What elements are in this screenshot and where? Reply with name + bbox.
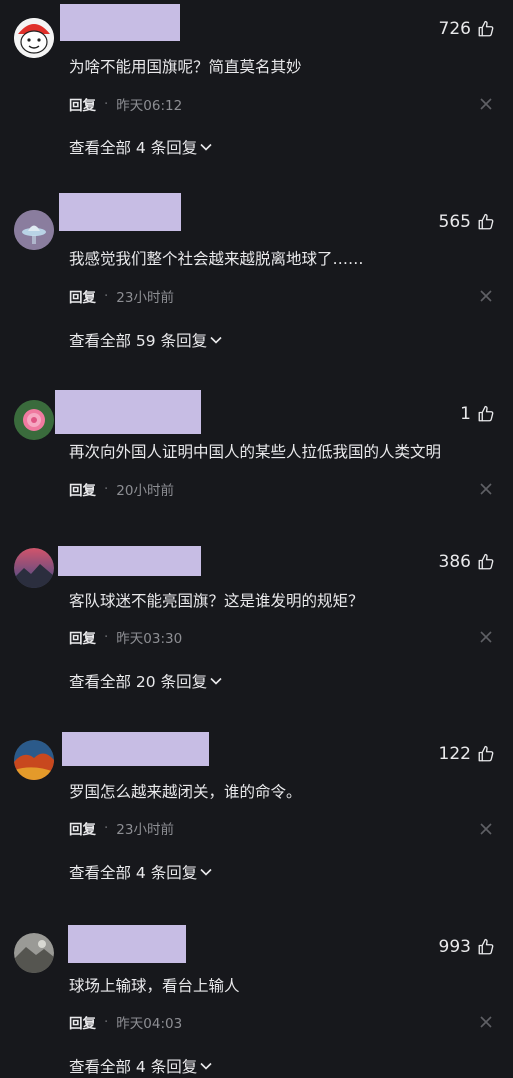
photo-avatar-icon[interactable] <box>14 933 54 973</box>
comment-meta: 回复 · 昨天04:03 <box>69 1012 182 1032</box>
close-icon[interactable] <box>479 289 493 303</box>
reply-button[interactable]: 回复 <box>69 1012 96 1032</box>
ufo-avatar-icon[interactable] <box>14 210 54 250</box>
close-icon[interactable] <box>479 630 493 644</box>
like-button[interactable]: 565 <box>439 211 495 233</box>
chevron-down-icon <box>200 1062 212 1070</box>
separator-dot: · <box>104 96 109 112</box>
comment-text: 为啥不能用国旗呢？简直莫名其妙 <box>69 58 302 76</box>
thumbs-up-icon <box>478 20 494 37</box>
view-replies-button[interactable]: 查看全部 4 条回复 <box>69 1055 213 1077</box>
comment-item: 726 为啥不能用国旗呢？简直莫名其妙 回复 · 昨天06:12 查看全部 4 … <box>0 0 513 185</box>
thumbs-up-icon <box>478 553 494 570</box>
like-button[interactable]: 122 <box>439 743 495 765</box>
thumbs-up-icon <box>478 938 494 955</box>
reply-button[interactable]: 回复 <box>69 818 96 838</box>
comment-text: 球场上输球，看台上输人 <box>69 977 240 995</box>
thumbs-up-icon <box>478 745 494 762</box>
like-count: 122 <box>438 744 471 764</box>
like-count: 565 <box>438 212 471 232</box>
timestamp: 昨天06:12 <box>116 98 183 114</box>
thumbs-up-icon <box>478 213 494 230</box>
close-icon[interactable] <box>479 97 493 111</box>
like-button[interactable]: 386 <box>439 551 495 573</box>
comment-item: 993 球场上输球，看台上输人 回复 · 昨天04:03 查看全部 4 条回复 <box>0 925 513 1078</box>
view-replies-label: 查看全部 20 条回复 <box>69 673 208 691</box>
reply-button[interactable]: 回复 <box>69 479 96 499</box>
view-replies-label: 查看全部 4 条回复 <box>69 864 198 882</box>
separator-dot: · <box>104 481 109 497</box>
close-icon[interactable] <box>479 822 493 836</box>
like-button[interactable]: 1 <box>460 403 495 425</box>
timestamp: 昨天03:30 <box>116 631 183 647</box>
timestamp: 23小时前 <box>116 290 174 306</box>
comment-text: 再次向外国人证明中国人的某些人拉低我国的人类文明 <box>69 443 442 461</box>
redacted-username[interactable] <box>59 193 181 231</box>
cartoon-avatar-icon[interactable] <box>14 18 54 58</box>
view-replies-label: 查看全部 59 条回复 <box>69 332 208 350</box>
view-replies-button[interactable]: 查看全部 4 条回复 <box>69 861 213 883</box>
redacted-username[interactable] <box>58 546 201 576</box>
close-icon[interactable] <box>479 482 493 496</box>
view-replies-button[interactable]: 查看全部 59 条回复 <box>69 329 223 351</box>
like-button[interactable]: 726 <box>439 18 495 40</box>
comment-meta: 回复 · 昨天03:30 <box>69 627 182 647</box>
comment-meta: 回复 · 23小时前 <box>69 286 174 306</box>
comment-text: 罗国怎么越来越闭关，谁的命令。 <box>69 783 302 801</box>
redacted-username[interactable] <box>60 4 180 41</box>
comment-text: 客队球迷不能亮国旗？这是谁发明的规矩？ <box>69 592 364 610</box>
separator-dot: · <box>104 820 109 836</box>
timestamp: 昨天04:03 <box>116 1016 183 1032</box>
chevron-down-icon <box>200 868 212 876</box>
thumbs-up-icon <box>478 405 494 422</box>
comment-item: 1 再次向外国人证明中国人的某些人拉低我国的人类文明 回复 · 20小时前 <box>0 390 513 520</box>
view-replies-label: 查看全部 4 条回复 <box>69 1058 198 1076</box>
like-count: 1 <box>460 404 471 424</box>
landscape-avatar-icon[interactable] <box>14 548 54 588</box>
like-button[interactable]: 993 <box>439 936 495 958</box>
chevron-down-icon <box>200 143 212 151</box>
redacted-username[interactable] <box>55 390 201 434</box>
chevron-down-icon <box>210 336 222 344</box>
comment-item: 565 我感觉我们整个社会越来越脱离地球了…… 回复 · 23小时前 查看全部 … <box>0 192 513 377</box>
separator-dot: · <box>104 1014 109 1030</box>
comment-item: 386 客队球迷不能亮国旗？这是谁发明的规矩？ 回复 · 昨天03:30 查看全… <box>0 546 513 731</box>
comment-item: 122 罗国怎么越来越闭关，谁的命令。 回复 · 23小时前 查看全部 4 条回… <box>0 730 513 915</box>
comment-text: 我感觉我们整个社会越来越脱离地球了…… <box>69 250 364 268</box>
redacted-username[interactable] <box>68 925 186 963</box>
timestamp: 23小时前 <box>116 822 174 838</box>
reply-button[interactable]: 回复 <box>69 286 96 306</box>
autumn-avatar-icon[interactable] <box>14 740 54 780</box>
reply-button[interactable]: 回复 <box>69 94 96 114</box>
redacted-username[interactable] <box>62 732 209 766</box>
comment-meta: 回复 · 20小时前 <box>69 479 174 499</box>
view-replies-button[interactable]: 查看全部 20 条回复 <box>69 670 223 692</box>
close-icon[interactable] <box>479 1015 493 1029</box>
like-count: 726 <box>438 19 471 39</box>
separator-dot: · <box>104 288 109 304</box>
chevron-down-icon <box>210 677 222 685</box>
reply-button[interactable]: 回复 <box>69 627 96 647</box>
timestamp: 20小时前 <box>116 483 174 499</box>
like-count: 386 <box>438 552 471 572</box>
view-replies-button[interactable]: 查看全部 4 条回复 <box>69 136 213 158</box>
like-count: 993 <box>438 937 471 957</box>
comment-meta: 回复 · 昨天06:12 <box>69 94 182 114</box>
flower-avatar-icon[interactable] <box>14 400 54 440</box>
separator-dot: · <box>104 629 109 645</box>
view-replies-label: 查看全部 4 条回复 <box>69 139 198 157</box>
comment-meta: 回复 · 23小时前 <box>69 818 174 838</box>
